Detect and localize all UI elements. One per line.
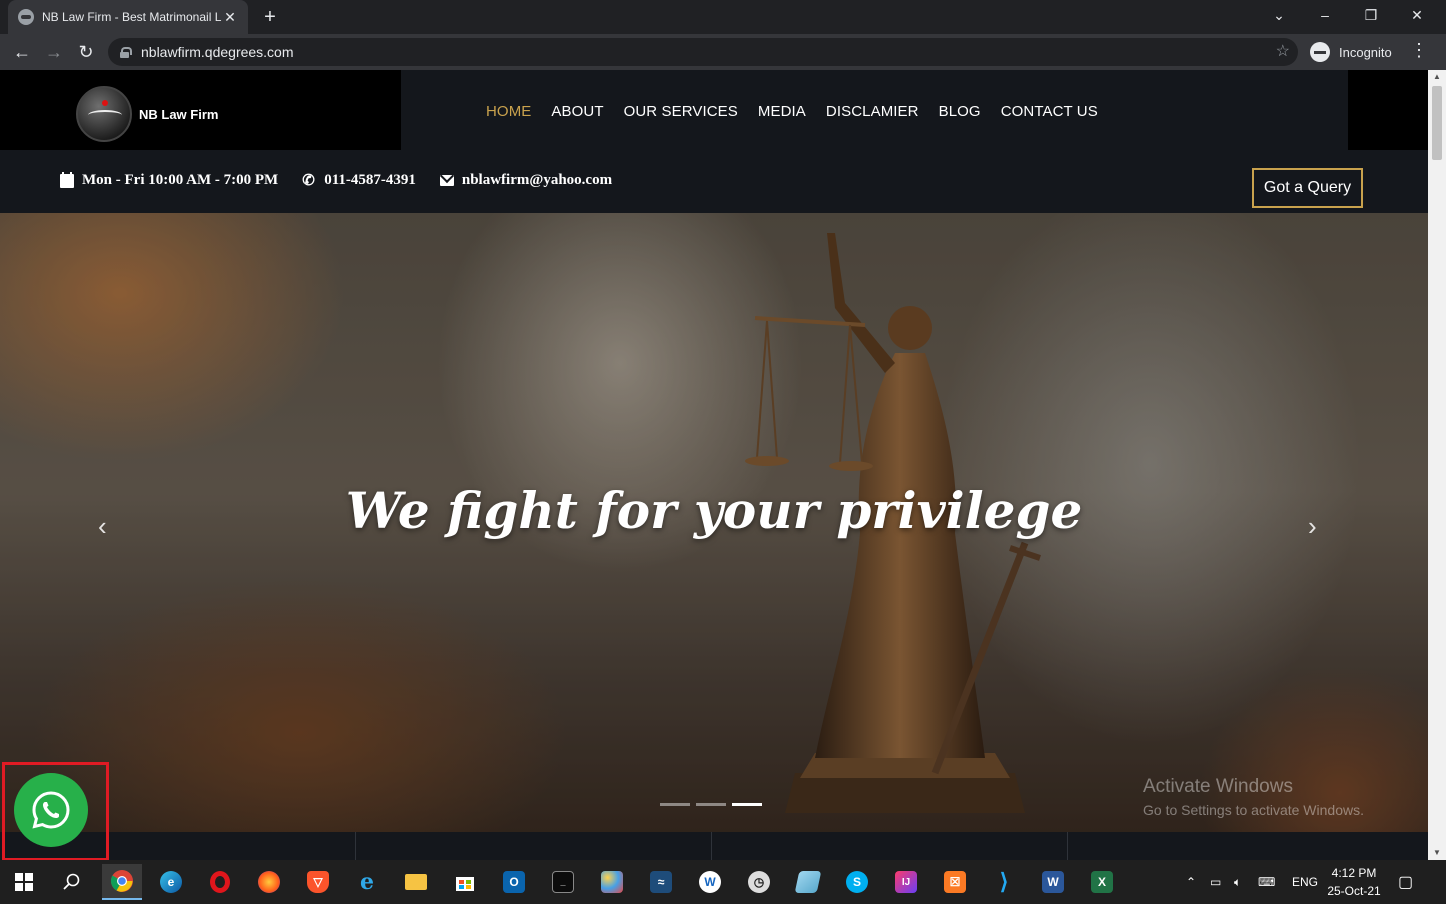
hero-slider: We fight for your privilege ‹ › Activate… [0,213,1428,832]
activate-windows-hint: Go to Settings to activate Windows. [1143,802,1364,818]
clock-date: 25-Oct-21 [1327,884,1381,898]
volume-icon[interactable]: 🔈︎ [1234,860,1241,904]
chrome-icon[interactable] [102,864,142,900]
edge-icon[interactable]: e [151,864,191,900]
whatsapp-chat-button[interactable] [14,773,88,847]
windows-start-icon[interactable] [4,864,44,900]
site-favicon-icon [18,9,34,25]
logo-scale-icon [76,86,132,142]
phone-icon: ✆ [302,172,315,189]
minimize-button[interactable]: – [1302,0,1348,30]
app-clock-icon[interactable]: ◷ [739,864,779,900]
activate-windows-watermark: Activate Windows [1143,776,1293,797]
slider-dot[interactable] [696,803,726,806]
logo-container[interactable]: NB Law Firm [0,70,401,150]
browser-menu-icon[interactable]: ⋮ [1410,40,1428,61]
language-indicator[interactable]: ENG [1292,860,1318,904]
file-explorer-icon[interactable] [396,864,436,900]
address-bar[interactable]: nblawfirm.qdegrees.com ☆ [108,38,1298,66]
tab-close-icon[interactable]: ✕ [222,9,238,26]
excel-icon[interactable]: X [1082,864,1122,900]
envelope-icon [439,175,454,186]
terminal-icon[interactable]: _ [543,864,583,900]
logo-text: NB Law Firm [139,107,219,122]
main-nav: HOME ABOUT OUR SERVICES MEDIA DISCLAMIER… [486,103,1098,120]
lock-icon[interactable] [120,46,132,58]
slider-next-icon[interactable]: › [1308,511,1317,542]
taskbar-clock[interactable]: 4:12 PM 25-Oct-21 [1322,864,1386,900]
nav-contact-us[interactable]: CONTACT US [1001,103,1098,120]
reload-icon[interactable]: ↻ [74,40,98,64]
slider-dot[interactable] [660,803,690,806]
nav-disclaimer[interactable]: DISCLAMIER [826,103,919,120]
skype-icon[interactable]: S [837,864,877,900]
word-icon[interactable]: W [1033,864,1073,900]
bookmark-star-icon[interactable]: ☆ [1276,41,1290,61]
outlook-icon[interactable]: O [494,864,534,900]
slider-indicators [660,803,762,806]
scroll-up-icon[interactable]: ▲ [1428,70,1446,84]
incognito-badge[interactable]: Incognito [1306,38,1402,66]
contact-info: Mon - Fri 10:00 AM - 7:00 PM ✆ 011-4587-… [60,171,612,189]
forward-icon[interactable]: → [42,40,66,64]
firefox-icon[interactable] [249,864,289,900]
phone-number[interactable]: 011-4587-4391 [324,172,416,189]
windows-taskbar: e ▽ e O _ ≈ W ◷ S IJ ☒ ⟩ W X ⌃ ▭ 🔈︎ ⌨ EN… [0,860,1446,904]
brave-icon[interactable]: ▽ [298,864,338,900]
paint-icon[interactable] [592,864,632,900]
clock-time: 4:12 PM [1331,866,1377,880]
notepad-icon[interactable] [788,864,828,900]
intellij-icon[interactable]: IJ [886,864,926,900]
nav-our-services[interactable]: OUR SERVICES [624,103,738,120]
office-hours: Mon - Fri 10:00 AM - 7:00 PM [82,172,279,188]
site-header: NB Law Firm HOME ABOUT OUR SERVICES MEDI… [0,70,1428,150]
browser-tabstrip: NB Law Firm - Best Matrimonail L ✕ + ⌄ –… [0,0,1446,34]
browser-tab[interactable]: NB Law Firm - Best Matrimonail L ✕ [8,0,248,34]
opera-icon[interactable] [200,864,240,900]
tab-title: NB Law Firm - Best Matrimonail L [42,10,222,24]
email-address[interactable]: nblawfirm@yahoo.com [462,172,612,189]
whatsapp-icon [32,791,70,829]
restore-button[interactable]: ❐ [1348,0,1394,30]
search-icon[interactable] [52,864,92,900]
vscode-icon[interactable]: ⟩ [984,864,1024,900]
nav-about[interactable]: ABOUT [551,103,603,120]
url-text: nblawfirm.qdegrees.com [141,44,294,60]
app-w-icon[interactable]: W [690,864,730,900]
nav-home[interactable]: HOME [486,103,531,120]
tab-search-icon[interactable]: ⌄ [1256,0,1302,30]
mysql-icon[interactable]: ≈ [641,864,681,900]
ie-icon[interactable]: e [347,864,387,900]
header-right-block [1348,70,1428,150]
nav-blog[interactable]: BLOG [939,103,981,120]
keyboard-icon[interactable]: ⌨ [1258,860,1275,904]
hero-title: We fight for your privilege [345,481,1083,540]
got-a-query-button[interactable]: Got a Query [1252,168,1363,208]
notifications-icon[interactable]: ▢ [1398,860,1413,904]
calendar-icon [60,171,74,188]
slider-prev-icon[interactable]: ‹ [98,511,107,542]
back-icon[interactable]: ← [10,40,34,64]
nav-media[interactable]: MEDIA [758,103,806,120]
tray-overflow-icon[interactable]: ⌃ [1186,860,1196,904]
scroll-down-icon[interactable]: ▼ [1428,846,1446,860]
slider-dot-active[interactable] [732,803,762,806]
store-icon[interactable] [445,864,485,900]
network-icon[interactable]: ▭ [1210,860,1221,904]
scroll-thumb[interactable] [1432,86,1442,160]
contact-info-bar: Mon - Fri 10:00 AM - 7:00 PM ✆ 011-4587-… [0,150,1428,213]
close-window-button[interactable]: ✕ [1394,0,1440,30]
section-below-hero [0,832,1428,860]
new-tab-button[interactable]: + [258,5,282,29]
page-scrollbar[interactable]: ▲ ▼ [1428,70,1446,860]
incognito-icon [1310,42,1330,62]
xampp-icon[interactable]: ☒ [935,864,975,900]
browser-toolbar: ← → ↻ nblawfirm.qdegrees.com ☆ Incognito… [0,34,1446,70]
page-viewport: NB Law Firm HOME ABOUT OUR SERVICES MEDI… [0,70,1446,860]
incognito-label: Incognito [1339,44,1392,60]
